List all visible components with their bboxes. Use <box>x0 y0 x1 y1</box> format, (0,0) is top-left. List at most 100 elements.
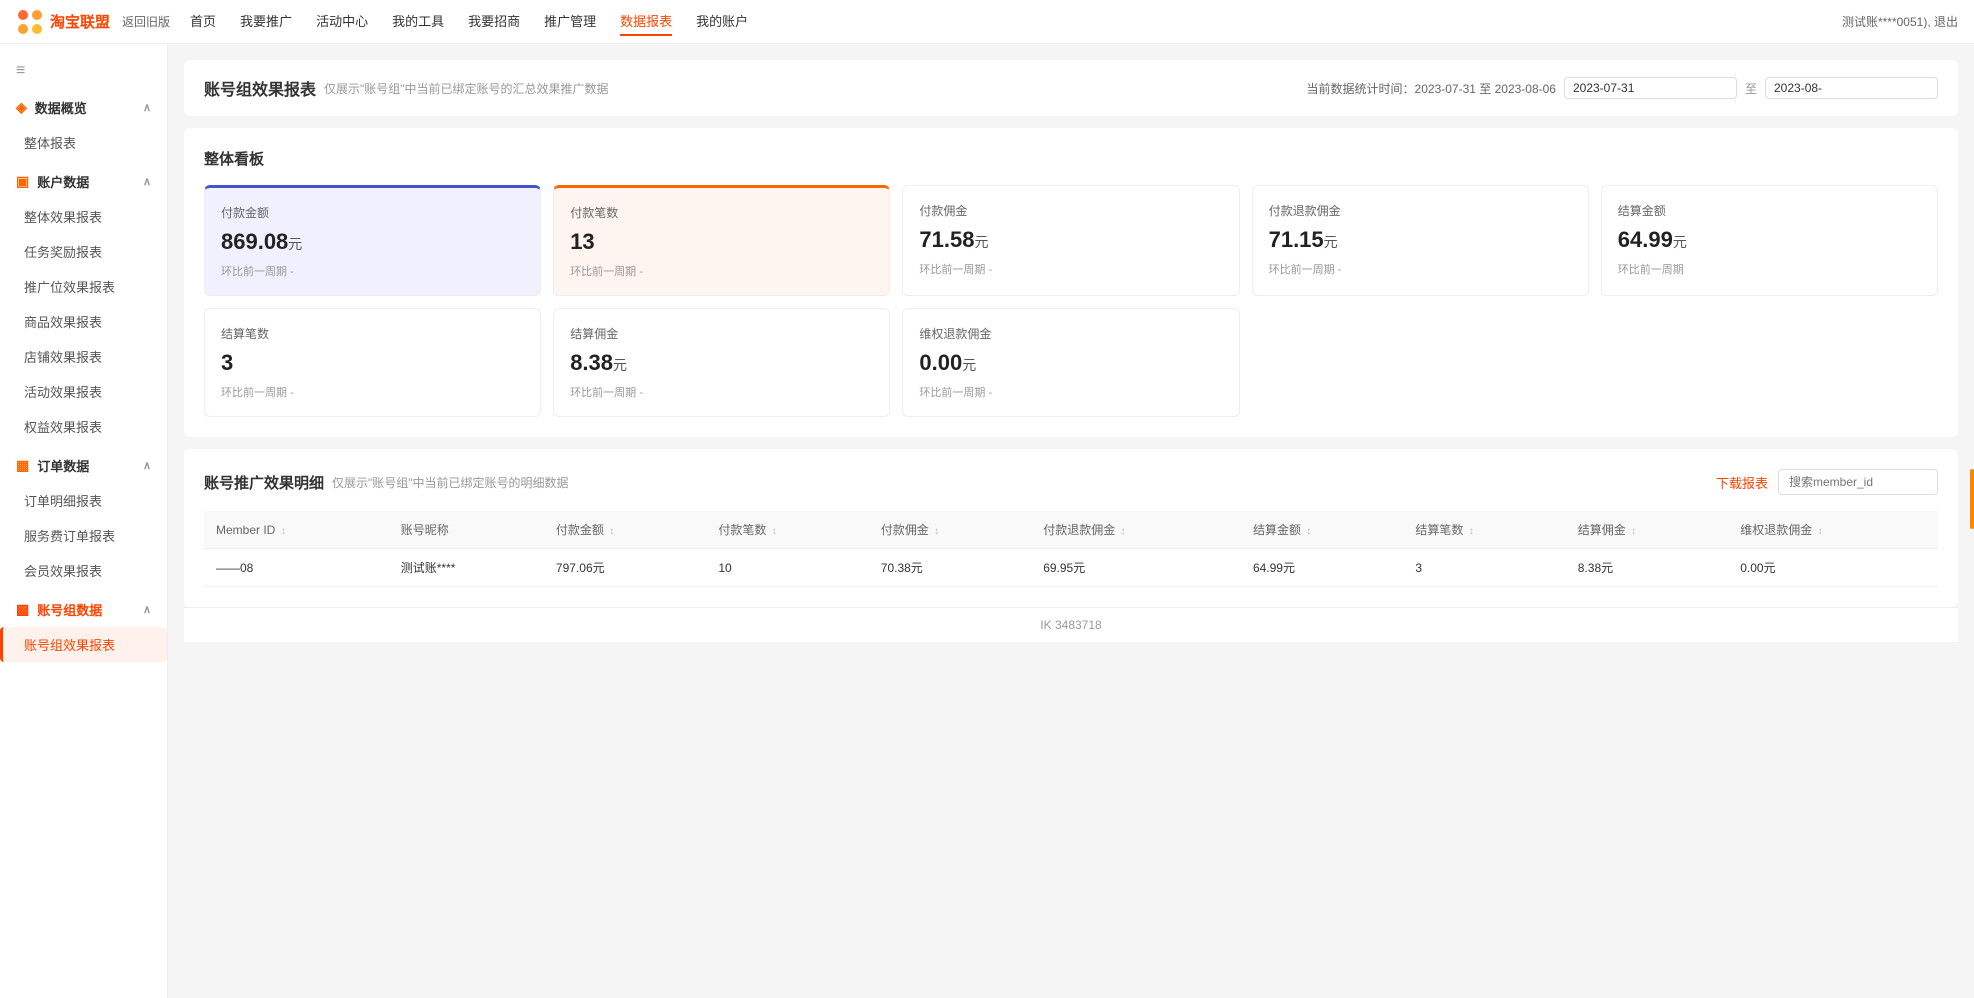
sidebar-section-account-group-header[interactable]: ▩ 账号组数据 ∧ <box>0 592 167 627</box>
sidebar-section-order: ▦ 订单数据 ∧ 订单明细报表 服务费订单报表 会员效果报表 <box>0 448 167 588</box>
back-link[interactable]: 返回旧版 <box>122 13 170 30</box>
logo-text: 淘宝联盟 <box>50 11 110 32</box>
sidebar-item-service-order[interactable]: 服务费订单报表 <box>0 518 167 553</box>
detail-section: 账号推广效果明细 仅展示"账号组"中当前已绑定账号的明细数据 下载报表 Memb… <box>184 449 1958 607</box>
stat-pay-count-compare: 环比前一周期 - <box>570 263 873 279</box>
stat-pay-refund-commission-value: 71.15元 <box>1269 227 1572 253</box>
table-row: ——08 测试账**** 797.06元 10 70.38元 69.95元 64… <box>204 549 1938 587</box>
stats-top-grid: 付款金额 869.08元 环比前一周期 - 付款笔数 13 环比前一周期 - 付… <box>204 185 1938 296</box>
account-group-section-label: 账号组数据 <box>37 600 102 619</box>
nav-home[interactable]: 首页 <box>190 7 216 36</box>
table-head: Member ID ↕ 账号昵称 付款金额 ↕ 付款笔数 ↕ <box>204 511 1938 549</box>
sidebar-item-order-detail[interactable]: 订单明细报表 <box>0 483 167 518</box>
stat-pay-amount-compare: 环比前一周期 - <box>221 263 524 279</box>
overview-section-label: 数据概览 <box>35 98 87 117</box>
sidebar-item-product-effect[interactable]: 商品效果报表 <box>0 304 167 339</box>
logo[interactable]: 淘宝联盟 <box>16 8 110 36</box>
sidebar-item-overall-report[interactable]: 整体报表 <box>0 125 167 160</box>
sidebar-section-account: ▣ 账户数据 ∧ 整体效果报表 任务奖励报表 推广位效果报表 商品效果报表 店铺… <box>0 164 167 444</box>
col-pay-commission-sort[interactable]: ↕ <box>934 526 939 537</box>
stat-settle-count-label: 结算笔数 <box>221 325 524 342</box>
date-range-section: 当前数据统计时间：2023-07-31 至 2023-08-06 至 <box>1307 77 1938 99</box>
nav-my-account[interactable]: 我的账户 <box>696 7 748 36</box>
stat-rights-refund: 维权退款佣金 0.00元 环比前一周期 - <box>902 308 1239 417</box>
sidebar-item-store-effect[interactable]: 店铺效果报表 <box>0 339 167 374</box>
table-body: ——08 测试账**** 797.06元 10 70.38元 69.95元 64… <box>204 549 1938 587</box>
sidebar-item-overall-effect[interactable]: 整体效果报表 <box>0 199 167 234</box>
cell-pay-amount: 797.06元 <box>544 549 706 587</box>
sidebar-section-overview-header[interactable]: ◈ 数据概览 ∧ <box>0 90 167 125</box>
col-rights-refund-sort[interactable]: ↕ <box>1818 526 1823 537</box>
stat-pay-count-value: 13 <box>570 229 873 255</box>
table-header-row: Member ID ↕ 账号昵称 付款金额 ↕ 付款笔数 ↕ <box>204 511 1938 549</box>
col-settle-commission: 结算佣金 ↕ <box>1566 511 1728 549</box>
nav-tools[interactable]: 我的工具 <box>392 7 444 36</box>
col-member-id-sort[interactable]: ↕ <box>281 526 286 537</box>
col-settle-count: 结算笔数 ↕ <box>1403 511 1565 549</box>
page-title: 账号组效果报表 <box>204 76 316 100</box>
nav-merchant[interactable]: 我要招商 <box>468 7 520 36</box>
cell-rights-refund: 0.00元 <box>1728 549 1938 587</box>
stat-pay-refund-commission: 付款退款佣金 71.15元 环比前一周期 - <box>1252 185 1589 296</box>
col-member-id: Member ID ↕ <box>204 511 389 549</box>
detail-actions: 下载报表 <box>1716 469 1938 495</box>
date-start-input[interactable] <box>1564 77 1737 99</box>
stat-pay-amount-value: 869.08元 <box>221 229 524 255</box>
sidebar-item-activity-effect[interactable]: 活动效果报表 <box>0 374 167 409</box>
account-chevron: ∧ <box>143 175 151 188</box>
sidebar-section-account-header[interactable]: ▣ 账户数据 ∧ <box>0 164 167 199</box>
search-member-input[interactable] <box>1778 469 1938 495</box>
sidebar-section-order-header[interactable]: ▦ 订单数据 ∧ <box>0 448 167 483</box>
stat-settle-amount-value: 64.99元 <box>1618 227 1921 253</box>
user-info: 测试账****0051), 退出 <box>1842 13 1958 30</box>
cell-settle-amount: 64.99元 <box>1241 549 1403 587</box>
stat-settle-amount: 结算金额 64.99元 环比前一周期 <box>1601 185 1938 296</box>
stat-rights-refund-label: 维权退款佣金 <box>919 325 1222 342</box>
col-settle-commission-sort[interactable]: ↕ <box>1631 526 1636 537</box>
download-report-button[interactable]: 下载报表 <box>1716 473 1768 492</box>
nav-data-report[interactable]: 数据报表 <box>620 7 672 36</box>
col-pay-amount-sort[interactable]: ↕ <box>609 526 614 537</box>
col-pay-refund-commission: 付款退款佣金 ↕ <box>1031 511 1241 549</box>
footer: IK 3483718 <box>184 607 1958 642</box>
col-pay-refund-commission-sort[interactable]: ↕ <box>1121 526 1126 537</box>
sidebar-item-rights-effect[interactable]: 权益效果报表 <box>0 409 167 444</box>
col-settle-amount: 结算金额 ↕ <box>1241 511 1403 549</box>
date-end-input[interactable] <box>1765 77 1938 99</box>
scroll-indicator[interactable] <box>1970 469 1974 529</box>
col-settle-count-sort[interactable]: ↕ <box>1469 526 1474 537</box>
detail-title: 账号推广效果明细 <box>204 472 324 493</box>
nav-promote[interactable]: 我要推广 <box>240 7 292 36</box>
detail-subtitle: 仅展示"账号组"中当前已绑定账号的明细数据 <box>332 474 569 491</box>
order-section-icon: ▦ <box>16 457 29 474</box>
nav-promo-mgmt[interactable]: 推广管理 <box>544 7 596 36</box>
overview-chevron: ∧ <box>143 101 151 114</box>
sidebar-item-task-reward[interactable]: 任务奖励报表 <box>0 234 167 269</box>
col-rights-refund: 维权退款佣金 ↕ <box>1728 511 1938 549</box>
date-range-label: 当前数据统计时间：2023-07-31 至 2023-08-06 <box>1307 80 1556 97</box>
sidebar-item-member-effect[interactable]: 会员效果报表 <box>0 553 167 588</box>
sidebar-item-promo-pos[interactable]: 推广位效果报表 <box>0 269 167 304</box>
nav-activity[interactable]: 活动中心 <box>316 7 368 36</box>
stat-settle-commission-compare: 环比前一周期 - <box>570 384 873 400</box>
page-subtitle: 仅展示"账号组"中当前已绑定账号的汇总效果推广数据 <box>324 80 609 97</box>
order-chevron: ∧ <box>143 459 151 472</box>
cell-nickname: 测试账**** <box>389 549 544 587</box>
icp-text: IK 3483718 <box>1040 618 1101 632</box>
stat-pay-commission-compare: 环比前一周期 - <box>919 261 1222 277</box>
stat-pay-count-label: 付款笔数 <box>570 204 873 221</box>
nav-items: 首页 我要推广 活动中心 我的工具 我要招商 推广管理 数据报表 我的账户 <box>190 7 1842 36</box>
col-pay-count-sort[interactable]: ↕ <box>772 526 777 537</box>
sidebar-section-account-group: ▩ 账号组数据 ∧ 账号组效果报表 <box>0 592 167 662</box>
col-settle-amount-sort[interactable]: ↕ <box>1306 526 1311 537</box>
stat-settle-amount-label: 结算金额 <box>1618 202 1921 219</box>
stat-settle-count: 结算笔数 3 环比前一周期 - <box>204 308 541 417</box>
main-content: 账号组效果报表 仅展示"账号组"中当前已绑定账号的汇总效果推广数据 当前数据统计… <box>168 44 1974 998</box>
cell-settle-commission: 8.38元 <box>1566 549 1728 587</box>
hamburger-icon[interactable]: ≡ <box>0 52 167 90</box>
stat-settle-count-compare: 环比前一周期 - <box>221 384 524 400</box>
cell-member-id: ——08 <box>204 549 389 587</box>
sidebar-item-account-group-report[interactable]: 账号组效果报表 <box>0 627 167 662</box>
dashboard-title: 整体看板 <box>204 148 1938 169</box>
stat-pay-commission-label: 付款佣金 <box>919 202 1222 219</box>
